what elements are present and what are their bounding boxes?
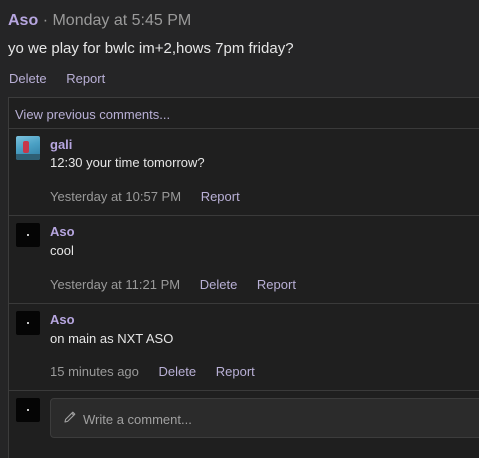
pencil-icon [64,411,76,423]
comment-meta: 15 minutes ago Delete Report [50,364,271,379]
comment-thread: View previous comments... gali 12:30 you… [8,97,479,458]
post-report-link[interactable]: Report [66,71,105,86]
divider [9,128,479,129]
comment-report-link[interactable]: Report [216,364,255,379]
comment-report-link[interactable]: Report [201,189,240,204]
post-author[interactable]: Aso [8,12,38,29]
comment-author[interactable]: Aso [50,312,75,327]
comment-text: on main as NXT ASO [50,331,174,346]
avatar[interactable] [16,136,40,160]
avatar[interactable] [16,311,40,335]
comment-meta: Yesterday at 11:21 PM Delete Report [50,277,312,292]
comment-composer[interactable] [50,398,479,439]
post-header: Aso · Monday at 5:45 PM [8,12,191,30]
avatar [16,398,40,422]
comment-author[interactable]: Aso [50,224,75,239]
post-timestamp[interactable]: Monday at 5:45 PM [52,12,191,29]
comment-timestamp[interactable]: 15 minutes ago [50,364,139,379]
comment-author[interactable]: gali [50,137,72,152]
comment-input[interactable] [81,399,479,439]
avatar[interactable] [16,223,40,247]
comment-delete-link[interactable]: Delete [200,277,238,292]
divider [9,215,479,216]
comment-timestamp[interactable]: Yesterday at 11:21 PM [50,277,180,292]
comment-text: 12:30 your time tomorrow? [50,155,205,170]
comment-delete-link[interactable]: Delete [159,364,197,379]
post-delete-link[interactable]: Delete [9,71,47,86]
comment-timestamp[interactable]: Yesterday at 10:57 PM [50,189,181,204]
comment-text: cool [50,243,74,258]
post-separator: · [42,12,49,29]
post-actions: Delete Report [9,71,121,86]
post-body: yo we play for bwlc im+2,hows 7pm friday… [8,40,294,57]
view-previous-comments-link[interactable]: View previous comments... [15,107,170,122]
comment-report-link[interactable]: Report [257,277,296,292]
comment-meta: Yesterday at 10:57 PM Report [50,189,256,204]
divider [9,303,479,304]
divider [9,390,479,391]
